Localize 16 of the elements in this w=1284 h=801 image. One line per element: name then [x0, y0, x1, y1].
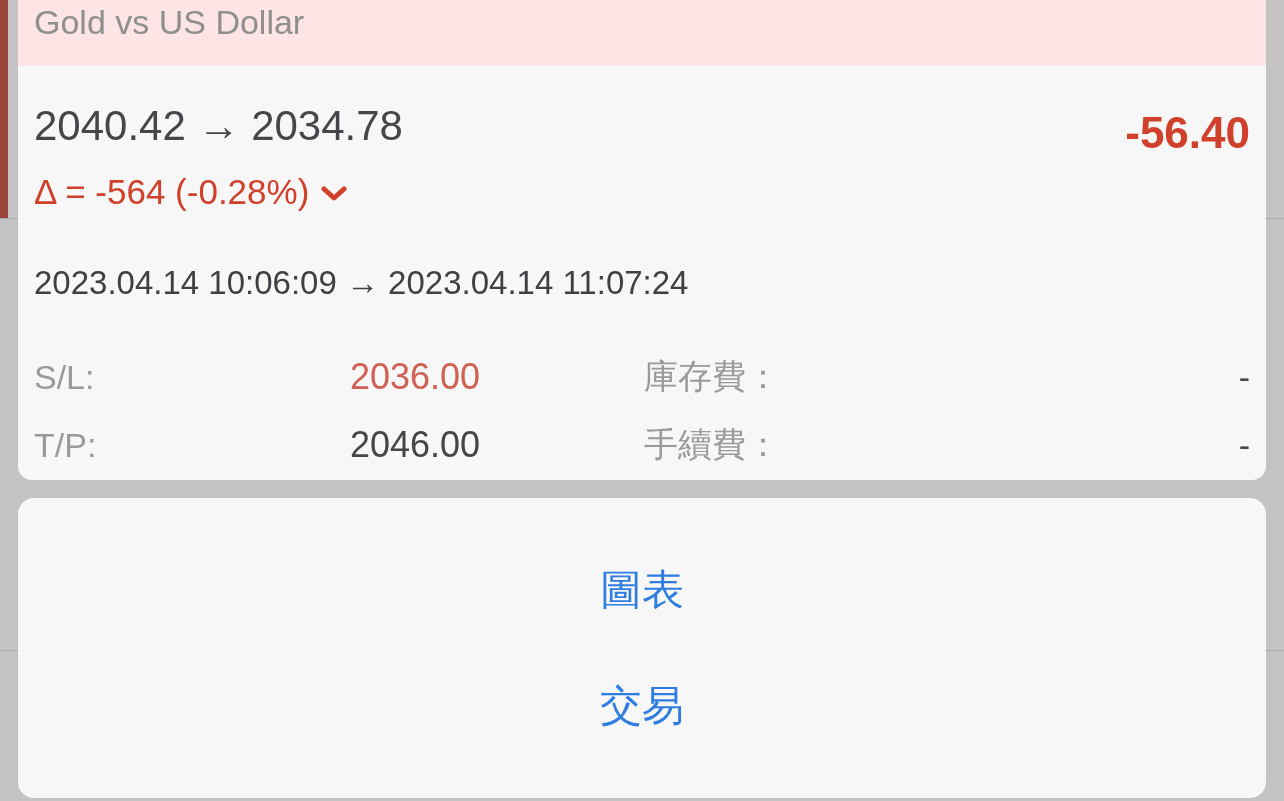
charge-value: - — [1238, 357, 1250, 397]
charge-label: 庫存費： — [644, 356, 781, 397]
charge-label: 手續費： — [644, 424, 781, 465]
price-change: 2040.42 → 2034.78 — [34, 102, 403, 150]
level-label: T/P: — [34, 425, 98, 465]
chevron-down-icon[interactable] — [321, 186, 348, 202]
profit-value: -56.40 — [1125, 108, 1250, 158]
level-value: 2046.00 — [350, 424, 482, 466]
delta-text: Δ = -564 (-0.28%) — [34, 172, 310, 212]
time-range: 2023.04.14 10:06:09 → 2023.04.14 11:07:24 — [34, 264, 690, 302]
symbol-description: Gold vs US Dollar — [34, 2, 305, 42]
level-label: S/L: — [34, 357, 96, 397]
charge-value: - — [1238, 425, 1250, 465]
action-button[interactable]: 圖表 — [580, 554, 704, 626]
action-button[interactable]: 交易 — [580, 670, 704, 742]
level-value: 2036.00 — [350, 356, 482, 398]
